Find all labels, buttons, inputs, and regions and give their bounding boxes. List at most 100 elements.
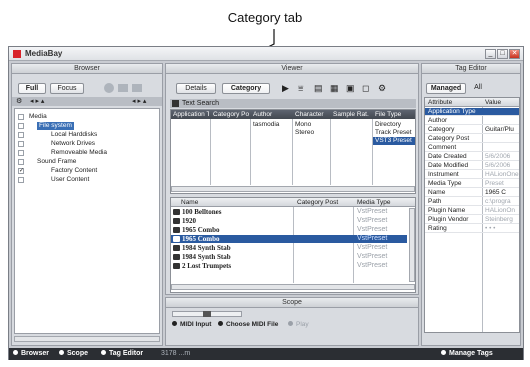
close-button[interactable]: ✕: [509, 49, 520, 59]
tag-value[interactable]: HALionOn: [485, 207, 515, 215]
tab-details[interactable]: Details: [176, 83, 216, 94]
tag-row[interactable]: Category Guitar/Plu: [425, 126, 519, 134]
tab-all[interactable]: All: [468, 83, 488, 94]
tag-attribute: Application Type: [428, 108, 476, 115]
radio-icon: [101, 350, 106, 355]
window-icon[interactable]: ◻: [362, 83, 369, 94]
toggle-browser[interactable]: Browser: [13, 348, 49, 360]
manage-tags-button[interactable]: Manage Tags: [441, 348, 493, 360]
tag-row[interactable]: Plugin Vendor Steinberg: [425, 216, 519, 224]
tag-row[interactable]: Media Type Preset: [425, 180, 519, 188]
col-value[interactable]: Value: [485, 98, 501, 107]
tag-row[interactable]: Rating • • •: [425, 225, 519, 233]
list-item[interactable]: 1984 Synth Stab VstPreset: [171, 253, 407, 261]
filter-cell[interactable]: Stereo: [293, 129, 329, 137]
checkbox[interactable]: [18, 132, 24, 138]
checkbox[interactable]: [18, 123, 24, 129]
nav-back-icon[interactable]: ◂ ▸ ▴: [132, 97, 146, 105]
col-sample-rate[interactable]: Sample Rat.: [331, 110, 371, 119]
minimize-button[interactable]: _: [485, 49, 496, 59]
list-item[interactable]: 1984 Synth Stab VstPreset: [171, 244, 407, 252]
choose-midi-file-button[interactable]: Choose MIDI File: [218, 321, 278, 328]
filter-cell[interactable]: Mono: [293, 121, 329, 129]
list-item[interactable]: 100 Belltones VstPreset: [171, 208, 407, 216]
filter-cell-selected[interactable]: VST3 Preset: [373, 137, 415, 145]
tab-managed[interactable]: Managed: [426, 83, 466, 94]
col-attribute[interactable]: Attribute: [428, 98, 452, 107]
tag-row[interactable]: Comment: [425, 144, 519, 152]
tag-row[interactable]: Date Modified 5/6/2006: [425, 162, 519, 170]
play-button[interactable]: Play: [288, 321, 309, 328]
tag-value[interactable]: 5/6/2006: [485, 153, 510, 161]
checkbox-checked[interactable]: ✓: [18, 168, 24, 174]
browser-scrollbar[interactable]: [14, 336, 160, 342]
scope-panel: Scope MIDI Input Choose MIDI File Play: [165, 297, 419, 346]
list-item[interactable]: 1965 Combo VstPreset: [171, 226, 407, 234]
preset-icon: [173, 227, 180, 233]
midi-input-toggle[interactable]: MIDI Input: [172, 321, 211, 328]
nav-arrows-icon[interactable]: ◂ ▸ ▴: [30, 97, 44, 105]
tag-value[interactable]: Guitar/Plu: [485, 126, 514, 134]
tab-focus[interactable]: Focus: [50, 83, 84, 94]
col-file-type[interactable]: File Type: [373, 110, 415, 119]
window-title: MediaBay: [25, 49, 63, 58]
col-category-post[interactable]: Category Post: [297, 198, 338, 207]
toggle-scope[interactable]: Scope: [59, 348, 88, 360]
tab-full[interactable]: Full: [18, 83, 46, 94]
play-icon[interactable]: ▶: [282, 83, 289, 94]
checkbox[interactable]: [18, 114, 24, 120]
col-character[interactable]: Character: [293, 110, 329, 119]
col-category-post[interactable]: Category Post: [211, 110, 249, 119]
col-media-type[interactable]: Media Type: [357, 198, 390, 207]
tag-value[interactable]: 5/6/2006: [485, 162, 510, 170]
filter-cell[interactable]: Track Preset: [373, 129, 415, 137]
save-icon[interactable]: ▣: [346, 83, 355, 94]
tag-value[interactable]: Preset: [485, 180, 504, 188]
gear-icon[interactable]: ⚙: [378, 83, 386, 94]
checkbox[interactable]: [18, 159, 24, 165]
scope-position-slider[interactable]: [172, 311, 242, 317]
tag-row[interactable]: Instrument HALionOne: [425, 171, 519, 179]
refresh-icon[interactable]: [104, 83, 114, 93]
col-name[interactable]: Name: [181, 198, 198, 207]
settings-icon[interactable]: ⚙: [16, 97, 22, 105]
checkbox[interactable]: [18, 177, 24, 183]
results-hscroll[interactable]: [171, 284, 415, 290]
results-count: 3178 ...m: [161, 350, 191, 357]
tag-value[interactable]: Steinberg: [485, 216, 513, 224]
radio-icon: [218, 321, 223, 326]
tag-value[interactable]: 1965 C: [485, 189, 506, 197]
tag-row[interactable]: Name 1965 C: [425, 189, 519, 197]
checkbox[interactable]: [18, 141, 24, 147]
maximize-button[interactable]: □: [497, 49, 508, 59]
col-application-type[interactable]: Application Type: [171, 110, 209, 119]
viewer-header: Viewer: [166, 64, 418, 74]
results-vscroll[interactable]: [409, 208, 415, 282]
list-item[interactable]: 2 Lost Trumpets VstPreset: [171, 262, 407, 270]
text-search-bar[interactable]: Text Search: [170, 99, 416, 108]
tag-row[interactable]: Path c:\progra: [425, 198, 519, 206]
tag-row[interactable]: Plugin Name HALionOn: [425, 207, 519, 215]
tag-row[interactable]: Author: [425, 117, 519, 125]
tab-category[interactable]: Category: [222, 83, 270, 94]
filter-icon[interactable]: ⩸: [298, 83, 303, 94]
filter-cell[interactable]: tasmodia: [251, 121, 291, 129]
filter-grid-scrollbar[interactable]: [171, 186, 415, 192]
checkbox[interactable]: [18, 150, 24, 156]
tag-value[interactable]: • • •: [485, 225, 495, 233]
toggle-tag-editor[interactable]: Tag Editor: [101, 348, 143, 360]
tag-value[interactable]: HALionOne: [485, 171, 519, 179]
list-item-selected[interactable]: 1965 Combo VstPreset: [171, 235, 407, 243]
tag-row[interactable]: Date Created 5/6/2006: [425, 153, 519, 161]
list-item[interactable]: 1920 VstPreset: [171, 217, 407, 225]
tag-row[interactable]: Category Post: [425, 135, 519, 143]
tag-attribute: Plugin Name: [428, 207, 466, 214]
tag-row-selected[interactable]: Application Type: [425, 108, 519, 116]
columns-icon[interactable]: ▤: [314, 83, 323, 94]
folder-icon[interactable]: [118, 84, 128, 92]
folder-add-icon[interactable]: [132, 84, 142, 92]
col-author[interactable]: Author: [251, 110, 291, 119]
tag-value[interactable]: c:\progra: [485, 198, 511, 206]
list-icon[interactable]: ▦: [330, 83, 339, 94]
filter-cell[interactable]: Directory: [373, 121, 415, 129]
